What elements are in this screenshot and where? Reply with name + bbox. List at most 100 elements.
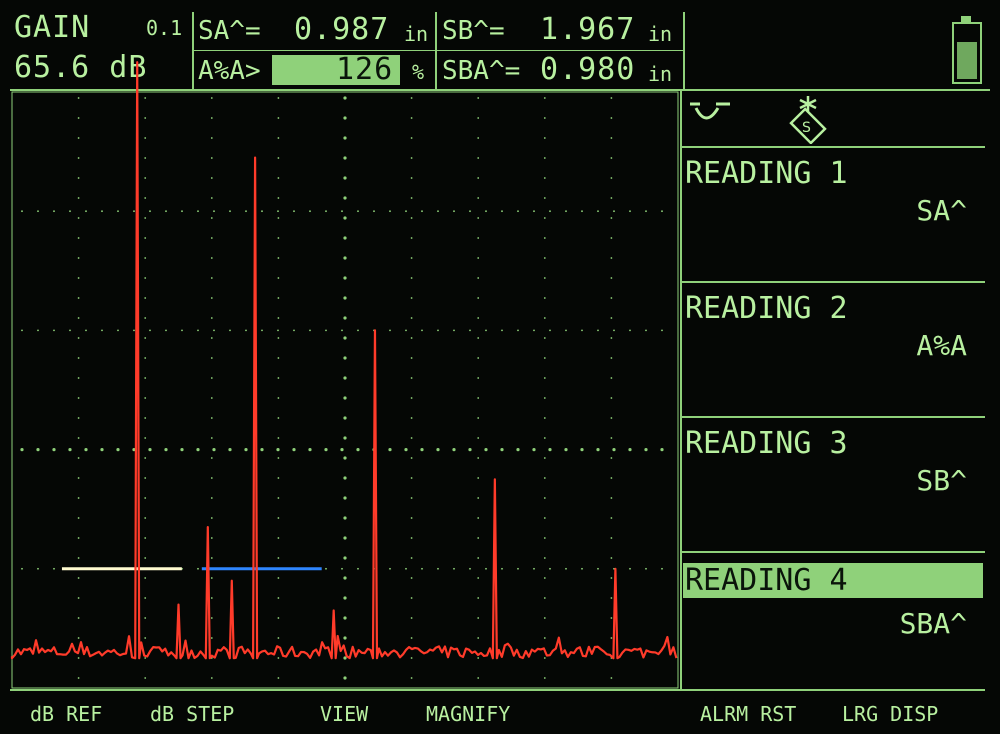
grid-dot <box>261 210 263 213</box>
grid-dot <box>277 417 280 419</box>
grid-dot <box>543 677 546 679</box>
grid-dot <box>277 210 279 213</box>
grid-dot <box>477 557 480 559</box>
view-key[interactable]: VIEW <box>320 702 368 726</box>
grid-dot <box>477 197 480 199</box>
grid-dot <box>645 329 647 332</box>
grid-dot <box>410 497 413 499</box>
grid-dot <box>410 597 413 599</box>
grid-dot <box>437 329 439 332</box>
grid-dot <box>501 567 503 570</box>
grid-dot <box>277 137 280 139</box>
gate-icon <box>690 102 730 120</box>
reading-2[interactable]: READING 2 A%A <box>683 285 983 415</box>
grid-dot <box>77 237 80 239</box>
grid-dot <box>245 210 247 213</box>
grid-dot <box>485 210 487 213</box>
grid-dot <box>77 297 80 299</box>
grid-dot <box>77 617 80 619</box>
grid-dot <box>517 567 519 570</box>
grid-dot <box>343 456 347 460</box>
grid-dot <box>144 497 147 499</box>
grid-dot <box>309 329 311 332</box>
grid-dot <box>410 437 413 439</box>
grid-dot <box>341 567 343 570</box>
grid-dot <box>292 448 296 452</box>
grid-dot <box>581 567 583 570</box>
grid-dot <box>477 537 480 539</box>
grid-dot <box>517 210 519 213</box>
reading-1[interactable]: READING 1 SA^ <box>683 150 983 280</box>
grid-dot <box>543 537 546 539</box>
grid-dot <box>68 448 72 452</box>
grid-dot <box>610 157 613 159</box>
grid-dot <box>610 397 613 399</box>
grid-dot <box>341 210 343 213</box>
grid-dot <box>410 237 413 239</box>
grid-dot <box>581 210 583 213</box>
grid-dot <box>77 317 80 319</box>
grid-dot <box>610 217 613 219</box>
large-display-key[interactable]: LRG DISP <box>842 702 938 726</box>
grid-dot <box>277 617 280 619</box>
grid-dot <box>543 137 546 139</box>
magnify-key[interactable]: MAGNIFY <box>426 702 510 726</box>
grid-dot <box>37 567 39 570</box>
grid-dot <box>543 437 546 439</box>
grid-dot <box>343 156 347 160</box>
grid-dot <box>388 448 392 452</box>
grid-dot <box>144 557 147 559</box>
grid-dot <box>410 317 413 319</box>
db-ref-key[interactable]: dB REF <box>30 702 102 726</box>
grid-dot <box>543 97 546 99</box>
grid-dot <box>543 217 546 219</box>
grid-dot <box>373 210 375 213</box>
alarm-reset-key[interactable]: ALRM RST <box>700 702 796 726</box>
grid-dot <box>144 597 147 599</box>
grid-dot <box>276 448 280 452</box>
grid-dot <box>341 329 343 332</box>
reading-4[interactable]: READING 4 SBA^ <box>683 555 983 685</box>
grid-dot <box>210 597 213 599</box>
grid-dot <box>343 416 347 420</box>
grid-dot <box>210 537 213 539</box>
grid-dot <box>210 497 213 499</box>
grid-dot <box>117 210 119 213</box>
grid-dot <box>212 448 216 452</box>
grid-dot <box>410 397 413 399</box>
grid-dot <box>277 677 280 679</box>
reading-1-title: READING 1 <box>685 156 848 191</box>
grid-dot <box>477 357 480 359</box>
grid-dot <box>77 137 80 139</box>
grid-dot <box>277 337 280 339</box>
grid-dot <box>610 457 613 459</box>
grid-dot <box>343 596 347 600</box>
grid-dot <box>164 448 168 452</box>
grid-dot <box>564 448 568 452</box>
grid-dot <box>53 567 55 570</box>
grid-dot <box>77 337 80 339</box>
grid-dot <box>645 567 647 570</box>
grid-dot <box>453 210 455 213</box>
grid-dot <box>144 297 147 299</box>
grid-dot <box>229 210 231 213</box>
grid-dot <box>389 329 391 332</box>
grid-dot <box>517 329 519 332</box>
grid-dot <box>629 567 631 570</box>
grid-dot <box>343 476 347 480</box>
db-step-key[interactable]: dB STEP <box>150 702 234 726</box>
grid-dot <box>77 537 80 539</box>
reading-3[interactable]: READING 3 SB^ <box>683 420 983 550</box>
reading-4-value: SBA^ <box>899 607 967 640</box>
grid-dot <box>543 397 546 399</box>
grid-dot <box>210 217 213 219</box>
grid-dot <box>210 317 213 319</box>
grid-dot <box>144 217 147 219</box>
grid-dot <box>420 448 424 452</box>
grid-dot <box>210 397 213 399</box>
grid-dot <box>613 329 615 332</box>
panel-icons-line <box>682 146 985 148</box>
grid-dot <box>610 597 613 599</box>
grid-dot <box>77 577 80 579</box>
grid-dot <box>343 356 347 360</box>
